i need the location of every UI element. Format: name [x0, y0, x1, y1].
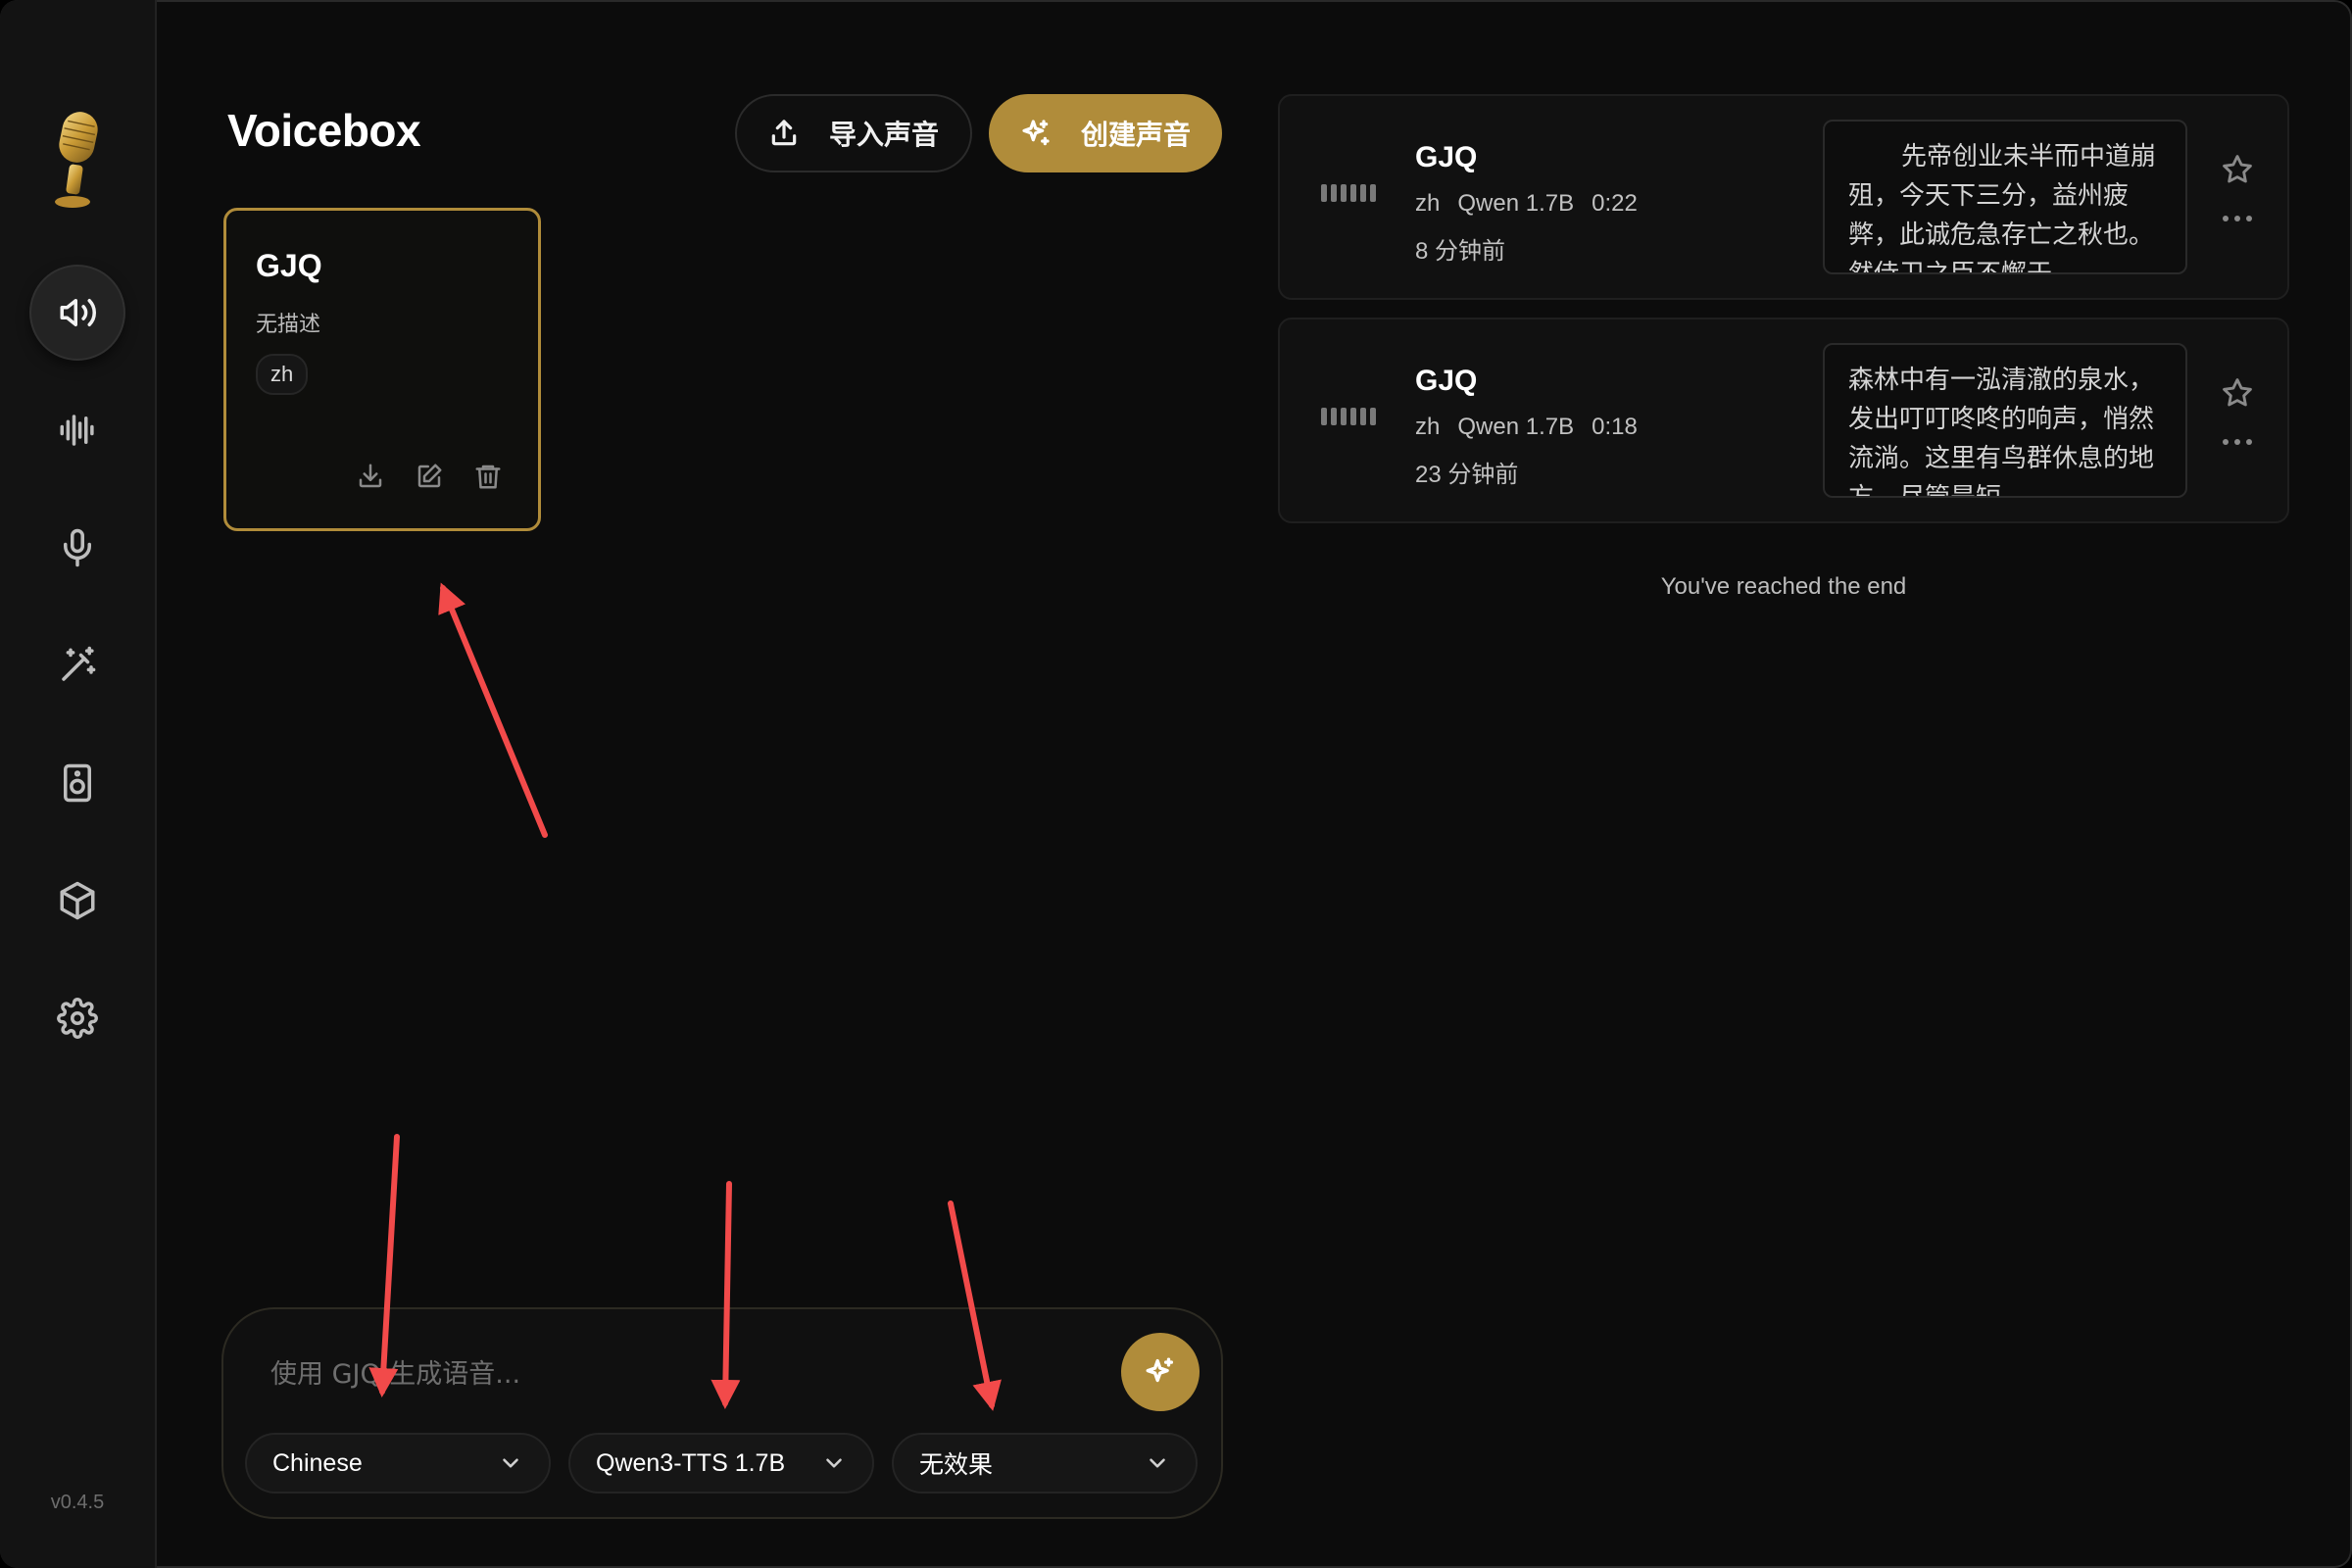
profile-description: 无描述 — [256, 312, 321, 336]
profile-language-badge: zh — [256, 354, 309, 395]
waveform-thumbnail-icon — [1321, 408, 1376, 425]
history-item[interactable]: GJQ zh Qwen 1.7B 0:18 23 分钟前 森林中有一泓清澈的泉水… — [1278, 318, 2289, 523]
language-select-value: Chinese — [272, 1448, 363, 1477]
app-version: v0.4.5 — [50, 1492, 105, 1513]
download-icon[interactable] — [356, 462, 385, 491]
history-duration: 0:22 — [1592, 190, 1638, 217]
nav-record[interactable] — [31, 502, 123, 594]
profile-name: GJQ — [256, 248, 322, 283]
nav-voices[interactable] — [31, 267, 123, 359]
generate-composer: Chinese Qwen3-TTS 1.7B 无效果 — [221, 1307, 1223, 1519]
model-select-value: Qwen3-TTS 1.7B — [596, 1448, 786, 1477]
speaker-icon — [60, 299, 96, 326]
chevron-down-icon — [503, 1458, 518, 1468]
gear-icon — [57, 998, 98, 1039]
history-language: zh — [1415, 190, 1441, 217]
page-title: Voicebox — [227, 105, 421, 156]
history-text-preview[interactable]: 先帝创业未半而中道崩殂，今天下三分，益州疲弊，此诚危急存亡之秋也。然侍卫之臣不懈… — [1823, 120, 2187, 274]
sidebar: v0.4.5 — [0, 0, 157, 1568]
nav-settings[interactable] — [31, 972, 123, 1064]
microphone-icon — [64, 528, 91, 567]
nav-waveform[interactable] — [31, 384, 123, 476]
history-item[interactable]: GJQ zh Qwen 1.7B 0:22 8 分钟前 先帝创业未半而中道崩殂，… — [1278, 94, 2289, 300]
app-window: v0.4.5 Voicebox 导入声音 创建声音 GJQ 无描述 zh GJQ… — [0, 0, 2352, 1568]
waveform-icon — [60, 415, 94, 446]
more-options-icon[interactable] — [2223, 439, 2252, 445]
generate-button[interactable] — [1121, 1333, 1200, 1411]
nav-models[interactable] — [31, 855, 123, 947]
history-language: zh — [1415, 414, 1441, 440]
edit-icon[interactable] — [415, 462, 444, 491]
cube-icon — [60, 881, 95, 920]
model-select[interactable]: Qwen3-TTS 1.7B — [568, 1433, 874, 1494]
annotation-arrow — [438, 582, 548, 838]
import-voice-button[interactable]: 导入声音 — [735, 94, 972, 172]
history-title: GJQ — [1415, 365, 1478, 397]
history-timestamp: 8 分钟前 — [1415, 238, 1506, 265]
trash-icon[interactable] — [473, 462, 503, 491]
create-voice-label: 创建声音 — [1080, 120, 1191, 150]
upload-icon — [771, 120, 797, 146]
create-voice-button[interactable]: 创建声音 — [989, 94, 1222, 172]
speaker-box-icon — [64, 763, 91, 803]
import-voice-label: 导入声音 — [828, 120, 939, 150]
history-model: Qwen 1.7B — [1457, 190, 1575, 217]
effect-select-value: 无效果 — [919, 1451, 994, 1479]
star-icon[interactable] — [2221, 153, 2254, 186]
nav-speaker[interactable] — [31, 737, 123, 829]
chevron-down-icon — [826, 1458, 842, 1468]
profile-actions — [356, 462, 503, 491]
sparkle-icon — [1146, 1357, 1174, 1383]
history-meta: zh Qwen 1.7B 0:18 — [1415, 414, 1638, 441]
sparkle-icon — [1022, 120, 1050, 146]
history-timestamp: 23 分钟前 — [1415, 462, 1519, 488]
nav-effects[interactable] — [31, 619, 123, 711]
star-icon[interactable] — [2221, 376, 2254, 410]
chevron-down-icon — [1150, 1458, 1165, 1468]
end-of-list-message: You've reached the end — [1660, 573, 1907, 600]
language-select[interactable]: Chinese — [245, 1433, 551, 1494]
magic-wand-icon — [62, 646, 96, 681]
history-meta: zh Qwen 1.7B 0:22 — [1415, 190, 1638, 218]
waveform-thumbnail-icon — [1321, 184, 1376, 202]
history-model: Qwen 1.7B — [1457, 414, 1575, 440]
more-options-icon[interactable] — [2223, 216, 2252, 221]
history-duration: 0:18 — [1592, 414, 1638, 440]
effect-select[interactable]: 无效果 — [892, 1433, 1198, 1494]
history-title: GJQ — [1415, 141, 1478, 173]
microphone-logo-icon — [55, 112, 98, 208]
voice-profile-card[interactable]: GJQ 无描述 zh — [223, 208, 541, 531]
generate-text-input[interactable] — [269, 1348, 1056, 1399]
history-text-preview[interactable]: 森林中有一泓清澈的泉水，发出叮叮咚咚的响声，悄然流淌。这里有鸟群休息的地方，尽管… — [1823, 343, 2187, 498]
